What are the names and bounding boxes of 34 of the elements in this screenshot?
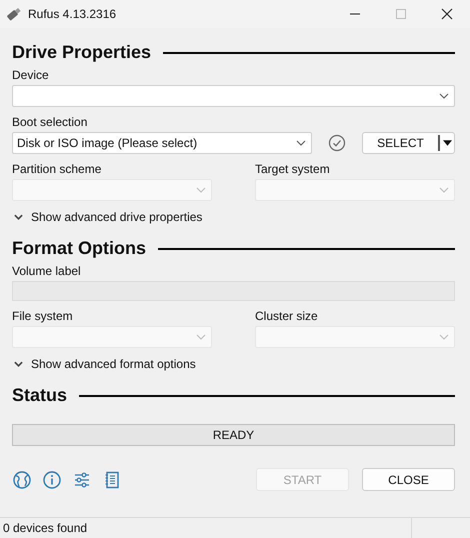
field-label: Volume label [12,263,82,279]
dropdown[interactable]: Disk or ISO image (Please select) [12,132,312,154]
field-label: Boot selection [12,114,88,130]
advanced-toggle[interactable]: Show advanced drive properties [12,208,202,226]
maximize-icon [395,8,407,20]
window-title: Rufus 4.13.2316 [28,7,116,21]
caret-icon [443,140,452,146]
settings-icon[interactable] [72,470,92,490]
usb-drive-icon [6,6,22,22]
close-icon [441,8,453,20]
chevron-down-icon [14,361,23,367]
advanced-toggle[interactable]: Show advanced format options [12,355,196,373]
chevron-down-icon [439,187,449,193]
check-circle-icon[interactable] [328,134,346,152]
info-icon[interactable] [42,470,62,490]
field-label: Target system [255,161,331,177]
section-heading: Status [12,384,68,406]
section-heading: Format Options [12,238,146,258]
status-bar-text: 0 devices found [2,521,88,535]
field-label: Device [12,67,50,83]
chevron-down-icon [296,140,306,146]
field-label: File system [12,308,74,324]
globe-icon[interactable] [12,470,32,490]
close-button[interactable]: CLOSE [362,468,455,491]
dropdown[interactable] [12,85,455,107]
chevron-down-icon [196,334,206,340]
section-heading: Drive Properties [12,42,152,62]
chevron-down-icon [14,214,23,220]
chevron-down-icon [439,334,449,340]
select-button[interactable]: SELECT [362,132,455,154]
chevron-down-icon [196,187,206,193]
chevron-down-icon [439,93,449,99]
field-label: Cluster size [255,308,319,324]
field-label: Partition scheme [12,161,102,177]
